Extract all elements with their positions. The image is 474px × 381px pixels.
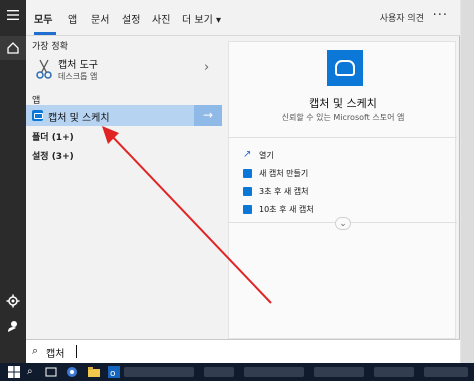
tab-more[interactable]: 더 보기 ▾ xyxy=(182,11,221,26)
search-box[interactable]: ⌕ 캡처 xyxy=(26,339,460,363)
search-taskbar-icon[interactable]: ⌕ xyxy=(27,366,39,378)
chevron-down-icon: ▾ xyxy=(215,15,221,26)
search-input[interactable]: 캡처 xyxy=(46,345,64,360)
more-options-icon[interactable]: ··· xyxy=(433,8,448,23)
taskbar-app[interactable] xyxy=(204,367,234,377)
filter-tabs: 모두 앱 문서 설정 사진 더 보기 ▾ 사용자 의견 ··· xyxy=(26,0,460,36)
taskbar-app[interactable] xyxy=(374,367,414,377)
detail-pane: 캡처 및 스케치 신뢰할 수 있는 Microsoft 스토어 앱 ↗ 열기 새… xyxy=(228,41,457,339)
taskbar-app[interactable] xyxy=(244,367,304,377)
settings-group[interactable]: 설정 (3+) xyxy=(32,149,74,162)
action-label: 10초 후 새 캡처 xyxy=(259,205,314,214)
folders-group[interactable]: 폴더 (1+) xyxy=(32,130,74,143)
svg-text:o: o xyxy=(110,369,116,378)
tab-more-label: 더 보기 xyxy=(182,15,213,26)
active-tab-indicator xyxy=(34,32,56,35)
best-match-name: 캡처 도구 xyxy=(58,60,98,71)
action-label: 새 캡처 만들기 xyxy=(259,169,309,178)
action-label: 3초 후 새 캡처 xyxy=(259,187,309,196)
outlook-icon[interactable]: o xyxy=(108,366,120,378)
user-icon[interactable] xyxy=(5,319,21,335)
expand-icon[interactable]: ⌄ xyxy=(335,217,351,230)
taskbar-app[interactable] xyxy=(124,367,194,377)
arrow-right-icon[interactable]: → xyxy=(194,105,222,126)
action-label: 열기 xyxy=(259,151,274,160)
tab-photos[interactable]: 사진 xyxy=(152,11,170,26)
windows-start-icon[interactable] xyxy=(8,366,20,378)
taskbar: ⌕ o xyxy=(0,363,474,381)
feedback-link[interactable]: 사용자 의견 xyxy=(380,11,424,24)
snip-icon xyxy=(243,169,252,178)
home-icon[interactable] xyxy=(0,36,26,60)
divider xyxy=(229,137,457,138)
tab-settings[interactable]: 설정 xyxy=(122,11,140,26)
browser-icon[interactable] xyxy=(66,366,78,378)
best-match-subtitle: 데스크톱 앱 xyxy=(58,72,98,81)
tab-all[interactable]: 모두 xyxy=(34,11,52,26)
detail-subtitle: 신뢰할 수 있는 Microsoft 스토어 앱 xyxy=(281,113,405,122)
start-search-window: 모두 앱 문서 설정 사진 더 보기 ▾ 사용자 의견 ··· 가장 정확 캡처… xyxy=(0,0,474,381)
gear-icon[interactable] xyxy=(5,294,21,310)
hamburger-icon[interactable] xyxy=(5,8,21,24)
folder-icon[interactable] xyxy=(88,366,100,378)
taskbar-app[interactable] xyxy=(314,367,364,377)
text-caret xyxy=(76,345,77,358)
tab-documents[interactable]: 문서 xyxy=(91,11,109,26)
background-window xyxy=(461,0,474,363)
detail-title: 캡처 및 스케치 xyxy=(309,97,377,110)
best-match-item[interactable]: 캡처 도구 데스크톱 앱 › xyxy=(26,51,222,89)
snip-icon xyxy=(243,205,252,214)
open-icon: ↗ xyxy=(243,149,252,160)
snip-icon xyxy=(243,187,252,196)
search-icon: ⌕ xyxy=(32,344,39,357)
chevron-right-icon[interactable]: › xyxy=(204,60,209,75)
taskbar-app[interactable] xyxy=(424,367,468,377)
tab-apps[interactable]: 앱 xyxy=(68,11,77,26)
list-item-snip-sketch[interactable]: 캡처 및 스케치 → xyxy=(26,105,222,126)
left-rail xyxy=(0,0,26,363)
snipping-tool-icon xyxy=(36,59,52,79)
snip-sketch-large-icon xyxy=(327,50,363,86)
results-list: 가장 정확 캡처 도구 데스크톱 앱 › 앱 캡처 및 스케치 → 폴더 (1+… xyxy=(26,37,222,339)
snip-sketch-icon xyxy=(32,110,43,121)
search-panel: 모두 앱 문서 설정 사진 더 보기 ▾ 사용자 의견 ··· 가장 정확 캡처… xyxy=(26,0,460,363)
list-item-label: 캡처 및 스케치 xyxy=(48,113,110,124)
task-view-icon[interactable] xyxy=(45,366,57,378)
